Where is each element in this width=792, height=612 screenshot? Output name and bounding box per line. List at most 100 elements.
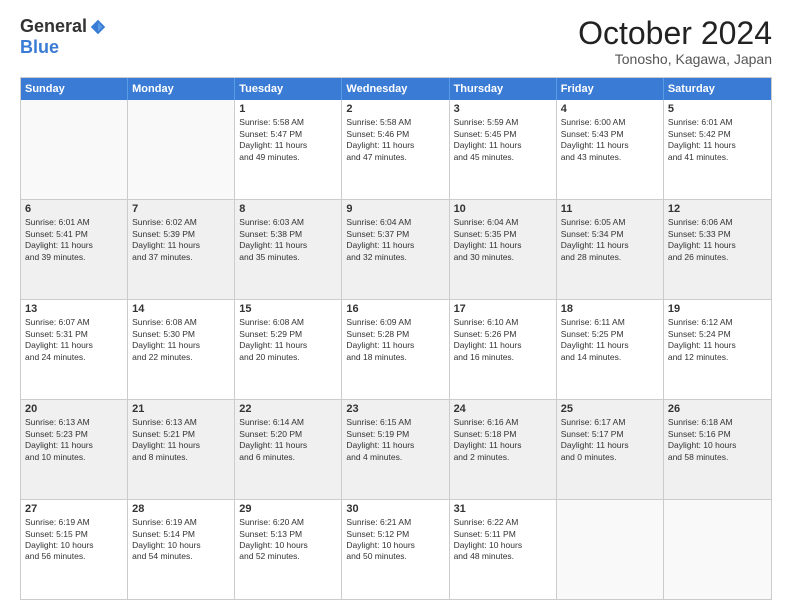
day-number: 17 (454, 303, 552, 315)
cell-details: Sunrise: 6:08 AMSunset: 5:29 PMDaylight:… (239, 317, 337, 363)
cell-details: Sunrise: 5:58 AMSunset: 5:47 PMDaylight:… (239, 117, 337, 163)
calendar-cell: 23 Sunrise: 6:15 AMSunset: 5:19 PMDayligh… (342, 400, 449, 499)
calendar-cell: 20 Sunrise: 6:13 AMSunset: 5:23 PMDayligh… (21, 400, 128, 499)
calendar: SundayMondayTuesdayWednesdayThursdayFrid… (20, 77, 772, 600)
calendar-row: 20 Sunrise: 6:13 AMSunset: 5:23 PMDayligh… (21, 399, 771, 499)
cell-details: Sunrise: 6:22 AMSunset: 5:11 PMDaylight:… (454, 517, 552, 563)
weekday-header: Sunday (21, 78, 128, 100)
title-block: October 2024 Tonosho, Kagawa, Japan (578, 16, 772, 67)
day-number: 24 (454, 403, 552, 415)
logo-icon (89, 18, 107, 36)
calendar-cell: 15 Sunrise: 6:08 AMSunset: 5:29 PMDayligh… (235, 300, 342, 399)
day-number: 13 (25, 303, 123, 315)
location: Tonosho, Kagawa, Japan (578, 51, 772, 67)
calendar-cell: 2Sunrise: 5:58 AMSunset: 5:46 PMDaylight… (342, 100, 449, 199)
calendar-row: 13 Sunrise: 6:07 AMSunset: 5:31 PMDayligh… (21, 299, 771, 399)
header: General Blue October 2024 Tonosho, Kagaw… (20, 16, 772, 67)
calendar-cell: 28Sunrise: 6:19 AMSunset: 5:14 PMDayligh… (128, 500, 235, 599)
cell-details: Sunrise: 6:13 AMSunset: 5:23 PMDaylight:… (25, 417, 123, 463)
calendar-cell: 4Sunrise: 6:00 AMSunset: 5:43 PMDaylight… (557, 100, 664, 199)
cell-details: Sunrise: 6:03 AMSunset: 5:38 PMDaylight:… (239, 217, 337, 263)
weekday-header: Saturday (664, 78, 771, 100)
calendar-cell: 10 Sunrise: 6:04 AMSunset: 5:35 PMDayligh… (450, 200, 557, 299)
calendar-cell: 22 Sunrise: 6:14 AMSunset: 5:20 PMDayligh… (235, 400, 342, 499)
cell-details: Sunrise: 6:09 AMSunset: 5:28 PMDaylight:… (346, 317, 444, 363)
cell-details: Sunrise: 6:02 AMSunset: 5:39 PMDaylight:… (132, 217, 230, 263)
calendar-cell: 6Sunrise: 6:01 AMSunset: 5:41 PMDaylight… (21, 200, 128, 299)
calendar-header: SundayMondayTuesdayWednesdayThursdayFrid… (21, 78, 771, 100)
calendar-row: 1 Sunrise: 5:58 AMSunset: 5:47 PMDaylight… (21, 100, 771, 199)
day-number: 16 (346, 303, 444, 315)
cell-details: Sunrise: 6:21 AMSunset: 5:12 PMDaylight:… (346, 517, 444, 563)
cell-details: Sunrise: 6:01 AMSunset: 5:42 PMDaylight:… (668, 117, 767, 163)
page: General Blue October 2024 Tonosho, Kagaw… (0, 0, 792, 612)
calendar-cell: 19Sunrise: 6:12 AMSunset: 5:24 PMDayligh… (664, 300, 771, 399)
day-number: 9 (346, 203, 444, 215)
cell-details: Sunrise: 6:04 AMSunset: 5:37 PMDaylight:… (346, 217, 444, 263)
day-number: 14 (132, 303, 230, 315)
day-number: 30 (346, 503, 444, 515)
calendar-body: 1 Sunrise: 5:58 AMSunset: 5:47 PMDaylight… (21, 100, 771, 599)
weekday-header: Wednesday (342, 78, 449, 100)
calendar-cell: 25Sunrise: 6:17 AMSunset: 5:17 PMDayligh… (557, 400, 664, 499)
calendar-cell: 27Sunrise: 6:19 AMSunset: 5:15 PMDayligh… (21, 500, 128, 599)
calendar-cell: 1 Sunrise: 5:58 AMSunset: 5:47 PMDaylight… (235, 100, 342, 199)
calendar-cell (557, 500, 664, 599)
calendar-cell: 21 Sunrise: 6:13 AMSunset: 5:21 PMDayligh… (128, 400, 235, 499)
cell-details: Sunrise: 6:13 AMSunset: 5:21 PMDaylight:… (132, 417, 230, 463)
cell-details: Sunrise: 5:58 AMSunset: 5:46 PMDaylight:… (346, 117, 444, 163)
calendar-cell: 11Sunrise: 6:05 AMSunset: 5:34 PMDayligh… (557, 200, 664, 299)
cell-details: Sunrise: 6:06 AMSunset: 5:33 PMDaylight:… (668, 217, 767, 263)
cell-details: Sunrise: 5:59 AMSunset: 5:45 PMDaylight:… (454, 117, 552, 163)
day-number: 21 (132, 403, 230, 415)
day-number: 12 (668, 203, 767, 215)
cell-details: Sunrise: 6:00 AMSunset: 5:43 PMDaylight:… (561, 117, 659, 163)
weekday-header: Tuesday (235, 78, 342, 100)
day-number: 18 (561, 303, 659, 315)
calendar-cell (128, 100, 235, 199)
day-number: 3 (454, 103, 552, 115)
calendar-cell (664, 500, 771, 599)
calendar-cell: 9 Sunrise: 6:04 AMSunset: 5:37 PMDaylight… (342, 200, 449, 299)
calendar-cell: 14Sunrise: 6:08 AMSunset: 5:30 PMDayligh… (128, 300, 235, 399)
day-number: 20 (25, 403, 123, 415)
calendar-cell: 31 Sunrise: 6:22 AMSunset: 5:11 PMDayligh… (450, 500, 557, 599)
day-number: 11 (561, 203, 659, 215)
day-number: 27 (25, 503, 123, 515)
day-number: 23 (346, 403, 444, 415)
calendar-cell: 7 Sunrise: 6:02 AMSunset: 5:39 PMDaylight… (128, 200, 235, 299)
day-number: 1 (239, 103, 337, 115)
weekday-header: Monday (128, 78, 235, 100)
cell-details: Sunrise: 6:04 AMSunset: 5:35 PMDaylight:… (454, 217, 552, 263)
logo-general: General (20, 16, 87, 37)
day-number: 19 (668, 303, 767, 315)
day-number: 15 (239, 303, 337, 315)
day-number: 22 (239, 403, 337, 415)
calendar-cell: 16 Sunrise: 6:09 AMSunset: 5:28 PMDayligh… (342, 300, 449, 399)
cell-details: Sunrise: 6:17 AMSunset: 5:17 PMDaylight:… (561, 417, 659, 463)
calendar-cell: 5 Sunrise: 6:01 AMSunset: 5:42 PMDaylight… (664, 100, 771, 199)
day-number: 29 (239, 503, 337, 515)
calendar-cell: 18Sunrise: 6:11 AMSunset: 5:25 PMDayligh… (557, 300, 664, 399)
calendar-cell (21, 100, 128, 199)
calendar-cell: 24Sunrise: 6:16 AMSunset: 5:18 PMDayligh… (450, 400, 557, 499)
cell-details: Sunrise: 6:07 AMSunset: 5:31 PMDaylight:… (25, 317, 123, 363)
calendar-cell: 3 Sunrise: 5:59 AMSunset: 5:45 PMDaylight… (450, 100, 557, 199)
day-number: 5 (668, 103, 767, 115)
cell-details: Sunrise: 6:10 AMSunset: 5:26 PMDaylight:… (454, 317, 552, 363)
cell-details: Sunrise: 6:01 AMSunset: 5:41 PMDaylight:… (25, 217, 123, 263)
day-number: 26 (668, 403, 767, 415)
day-number: 31 (454, 503, 552, 515)
day-number: 7 (132, 203, 230, 215)
calendar-cell: 13 Sunrise: 6:07 AMSunset: 5:31 PMDayligh… (21, 300, 128, 399)
cell-details: Sunrise: 6:14 AMSunset: 5:20 PMDaylight:… (239, 417, 337, 463)
logo-blue: Blue (20, 37, 59, 58)
day-number: 10 (454, 203, 552, 215)
cell-details: Sunrise: 6:20 AMSunset: 5:13 PMDaylight:… (239, 517, 337, 563)
weekday-header: Friday (557, 78, 664, 100)
logo: General Blue (20, 16, 107, 58)
calendar-cell: 26Sunrise: 6:18 AMSunset: 5:16 PMDayligh… (664, 400, 771, 499)
month-title: October 2024 (578, 16, 772, 51)
cell-details: Sunrise: 6:15 AMSunset: 5:19 PMDaylight:… (346, 417, 444, 463)
calendar-row: 27Sunrise: 6:19 AMSunset: 5:15 PMDayligh… (21, 499, 771, 599)
